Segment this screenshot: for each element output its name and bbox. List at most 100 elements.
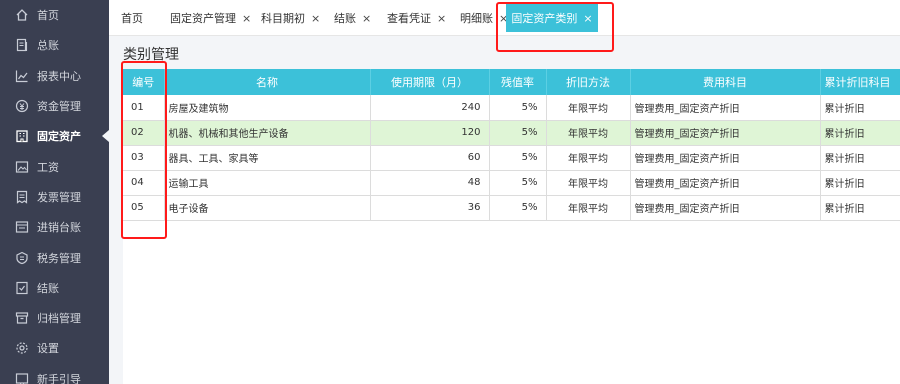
- cell-name: 房屋及建筑物: [164, 95, 371, 121]
- cell-accumulated-account: 累计折旧: [820, 170, 900, 196]
- sidebar-item-label: 总账: [37, 39, 59, 53]
- sidebar-item-beginner-guide[interactable]: 新手引导: [0, 364, 109, 384]
- cell-name: 机器、机械和其他生产设备: [164, 120, 371, 146]
- checkout-icon: [15, 281, 29, 295]
- tab-label: 首页: [121, 12, 143, 25]
- money-icon: [15, 99, 29, 113]
- sidebar-item-checkout[interactable]: 结账: [0, 273, 109, 303]
- cell-months: 60: [370, 145, 490, 171]
- table-row[interactable]: 02 机器、机械和其他生产设备 120 5% 年限平均 管理费用_固定资产折旧 …: [123, 120, 900, 146]
- sidebar-item-label: 税务管理: [37, 251, 81, 265]
- sidebar-item-home[interactable]: 首页: [0, 0, 109, 30]
- tab-label: 明细账: [460, 12, 493, 25]
- column-header-months[interactable]: 使用期限（月）: [370, 69, 490, 95]
- column-header-name[interactable]: 名称: [164, 69, 371, 95]
- guide-icon: [15, 372, 29, 384]
- cell-name: 电子设备: [164, 195, 371, 221]
- sidebar-item-label: 工资: [37, 160, 59, 174]
- sidebar-item-report-center[interactable]: 报表中心: [0, 61, 109, 91]
- column-header-accumulated-account[interactable]: 累计折旧科目: [820, 69, 900, 95]
- sidebar-item-archive-management[interactable]: 归档管理: [0, 303, 109, 333]
- cell-depreciation-method: 年限平均: [546, 95, 631, 121]
- highlight-box-active-tab: [496, 2, 614, 52]
- tab-opening-balances[interactable]: 科目期初 ×: [261, 0, 320, 36]
- close-icon[interactable]: ×: [362, 12, 371, 25]
- tax-icon: [15, 251, 29, 265]
- sidebar-item-ledger[interactable]: 总账: [0, 30, 109, 60]
- cell-accumulated-account: 累计折旧: [820, 145, 900, 171]
- cell-residual-rate: 5%: [489, 95, 547, 121]
- cell-months: 240: [370, 95, 490, 121]
- cell-depreciation-method: 年限平均: [546, 145, 631, 171]
- sidebar-item-label: 发票管理: [37, 190, 81, 204]
- cell-months: 48: [370, 170, 490, 196]
- sidebar-item-settings[interactable]: 设置: [0, 333, 109, 363]
- close-icon[interactable]: ×: [242, 12, 251, 25]
- sidebar-item-label: 进销台账: [37, 221, 81, 235]
- tab-home[interactable]: 首页: [121, 0, 143, 36]
- highlight-box-code-column: [121, 61, 167, 239]
- sidebar-item-label: 结账: [37, 281, 59, 295]
- cell-residual-rate: 5%: [489, 120, 547, 146]
- tab-label: 结账: [334, 12, 356, 25]
- sidebar-item-label: 资金管理: [37, 100, 81, 114]
- inventory-icon: [15, 220, 29, 234]
- cell-depreciation-method: 年限平均: [546, 195, 631, 221]
- building-icon: [15, 129, 29, 143]
- cell-months: 120: [370, 120, 490, 146]
- table-header-row: 编号 名称 使用期限（月） 残值率 折旧方法 费用科目 累计折旧科目: [123, 69, 900, 95]
- sidebar: 首页 总账 报表中心 资金管理 固定资产 工资 发票管理 进销台账 税务管理 结…: [0, 0, 109, 384]
- report-chart-icon: [15, 69, 29, 83]
- tab-label: 固定资产管理: [170, 12, 236, 25]
- column-header-depreciation-method[interactable]: 折旧方法: [546, 69, 631, 95]
- sidebar-item-label: 新手引导: [37, 372, 81, 384]
- column-header-expense-account[interactable]: 费用科目: [630, 69, 821, 95]
- table-row[interactable]: 05 电子设备 36 5% 年限平均 管理费用_固定资产折旧 累计折旧: [123, 195, 900, 221]
- cell-residual-rate: 5%: [489, 145, 547, 171]
- table-row[interactable]: 03 器具、工具、家具等 60 5% 年限平均 管理费用_固定资产折旧 累计折旧: [123, 145, 900, 171]
- sidebar-item-label: 报表中心: [37, 69, 81, 83]
- sidebar-item-wages[interactable]: 工资: [0, 151, 109, 181]
- tab-fixed-asset-management[interactable]: 固定资产管理 ×: [170, 0, 251, 36]
- cell-name: 器具、工具、家具等: [164, 145, 371, 171]
- cell-accumulated-account: 累计折旧: [820, 195, 900, 221]
- close-icon[interactable]: ×: [311, 12, 320, 25]
- table-row[interactable]: 01 房屋及建筑物 240 5% 年限平均 管理费用_固定资产折旧 累计折旧: [123, 95, 900, 121]
- sidebar-item-label: 首页: [37, 9, 59, 23]
- cell-depreciation-method: 年限平均: [546, 120, 631, 146]
- sidebar-item-tax-management[interactable]: 税务管理: [0, 242, 109, 272]
- cell-accumulated-account: 累计折旧: [820, 120, 900, 146]
- tab-view-vouchers[interactable]: 查看凭证 ×: [387, 0, 446, 36]
- cell-residual-rate: 5%: [489, 195, 547, 221]
- sidebar-item-label: 设置: [37, 342, 59, 356]
- gear-icon: [15, 341, 29, 355]
- sidebar-item-fund-management[interactable]: 资金管理: [0, 91, 109, 121]
- sidebar-item-label: 归档管理: [37, 312, 81, 326]
- cell-expense-account: 管理费用_固定资产折旧: [630, 120, 821, 146]
- wage-image-icon: [15, 160, 29, 174]
- sidebar-item-invoice-management[interactable]: 发票管理: [0, 182, 109, 212]
- tab-checkout[interactable]: 结账 ×: [334, 0, 371, 36]
- ledger-icon: [15, 38, 29, 52]
- home-icon: [15, 8, 29, 22]
- cell-expense-account: 管理费用_固定资产折旧: [630, 145, 821, 171]
- close-icon[interactable]: ×: [437, 12, 446, 25]
- sidebar-item-label: 固定资产: [37, 130, 81, 144]
- cell-expense-account: 管理费用_固定资产折旧: [630, 195, 821, 221]
- tab-label: 科目期初: [261, 12, 305, 25]
- archive-icon: [15, 311, 29, 325]
- sidebar-item-inventory-ledger[interactable]: 进销台账: [0, 212, 109, 242]
- sidebar-item-fixed-assets[interactable]: 固定资产: [0, 121, 109, 151]
- invoice-icon: [15, 190, 29, 204]
- cell-expense-account: 管理费用_固定资产折旧: [630, 95, 821, 121]
- cell-months: 36: [370, 195, 490, 221]
- cell-expense-account: 管理费用_固定资产折旧: [630, 170, 821, 196]
- category-table: 编号 名称 使用期限（月） 残值率 折旧方法 费用科目 累计折旧科目 01 房屋…: [123, 69, 900, 384]
- cell-residual-rate: 5%: [489, 170, 547, 196]
- column-header-residual-rate[interactable]: 残值率: [489, 69, 547, 95]
- cell-accumulated-account: 累计折旧: [820, 95, 900, 121]
- cell-name: 运输工具: [164, 170, 371, 196]
- tab-label: 查看凭证: [387, 12, 431, 25]
- cell-depreciation-method: 年限平均: [546, 170, 631, 196]
- table-row[interactable]: 04 运输工具 48 5% 年限平均 管理费用_固定资产折旧 累计折旧: [123, 170, 900, 196]
